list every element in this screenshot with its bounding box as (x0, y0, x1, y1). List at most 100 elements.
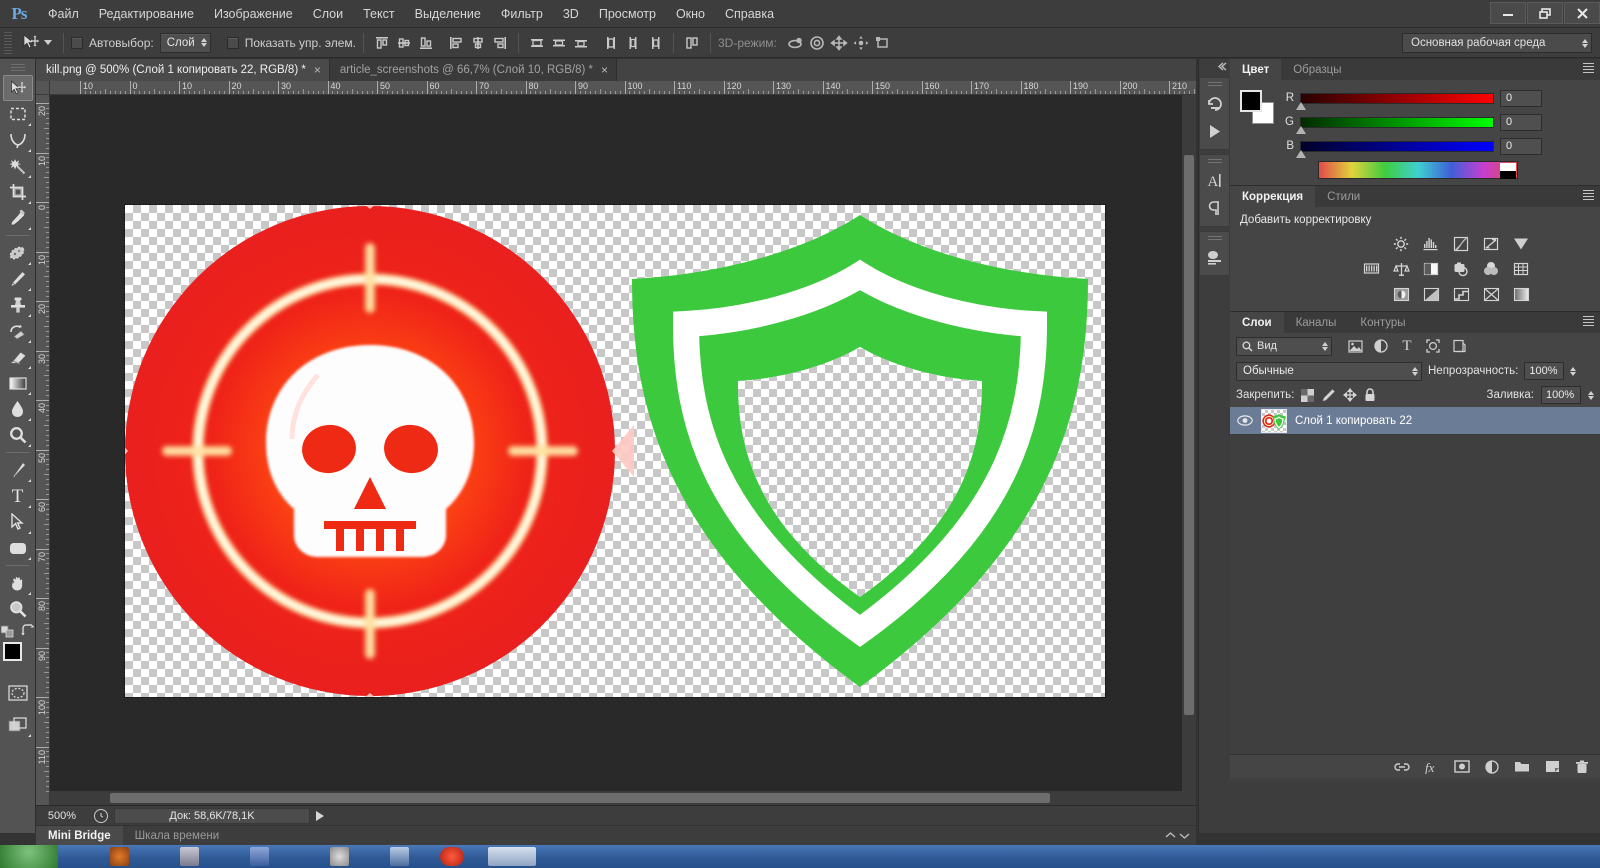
tab-styles[interactable]: Стили (1315, 186, 1372, 207)
auto-align-layers-icon[interactable] (681, 32, 703, 54)
channel-value-r[interactable]: 0 (1500, 89, 1542, 107)
clone-stamp-tool[interactable] (3, 292, 33, 318)
slider-thumb-b[interactable] (1296, 149, 1306, 158)
tab-channels[interactable]: Каналы (1284, 312, 1349, 333)
channel-value-b[interactable]: 0 (1500, 137, 1542, 155)
distribute-top-edges-icon[interactable] (526, 32, 548, 54)
lock-position-icon[interactable] (1343, 388, 1358, 402)
taskbar-item[interactable] (390, 847, 409, 866)
drag-3d-object-icon[interactable] (828, 32, 850, 54)
distribute-right-edges-icon[interactable] (644, 32, 666, 54)
3d-panel-icon[interactable] (1202, 244, 1228, 270)
lock-image-pixels-icon[interactable] (1321, 388, 1336, 402)
table-row[interactable]: Слой 1 копировать 22 (1230, 407, 1600, 435)
photo-filter-icon[interactable] (1450, 259, 1472, 279)
layer-visibility-eye-icon[interactable] (1236, 412, 1253, 429)
selective-color-icon[interactable] (1480, 284, 1502, 304)
tab-timeline[interactable]: Шкала времени (123, 826, 232, 846)
eyedropper-tool[interactable] (3, 205, 33, 231)
align-vertical-centers-icon[interactable] (393, 32, 415, 54)
zoom-tool[interactable] (3, 596, 33, 622)
foreground-color-chip[interactable] (1240, 90, 1262, 112)
menu-edit[interactable]: Редактирование (89, 0, 204, 28)
menu-image[interactable]: Изображение (204, 0, 303, 28)
delete-layer-icon[interactable] (1574, 759, 1590, 775)
tool-preset-chevron-icon[interactable] (44, 40, 52, 45)
canvas-horizontal-scrollbar[interactable] (50, 791, 1182, 805)
ruler-origin-corner[interactable] (36, 81, 50, 95)
lock-all-icon[interactable] (1364, 388, 1376, 402)
channel-value-g[interactable]: 0 (1500, 113, 1542, 131)
document-tab-kill-png[interactable]: kill.png @ 500% (Слой 1 копировать 22, R… (36, 59, 330, 81)
dodge-tool[interactable] (3, 422, 33, 448)
fill-stepper-icon[interactable] (1588, 390, 1594, 400)
menu-file[interactable]: Файл (38, 0, 89, 28)
align-horizontal-centers-icon[interactable] (467, 32, 489, 54)
brush-tool[interactable] (3, 266, 33, 292)
swap-foreground-background-icon[interactable] (20, 624, 35, 638)
invert-icon[interactable] (1390, 284, 1412, 304)
close-button[interactable] (1564, 2, 1600, 24)
layer-name[interactable]: Слой 1 копировать 22 (1295, 415, 1412, 427)
black-white-icon[interactable] (1420, 259, 1442, 279)
opacity-value[interactable]: 100% (1524, 362, 1565, 380)
tab-adjustments[interactable]: Коррекция (1230, 186, 1316, 207)
taskbar-item[interactable] (330, 847, 349, 866)
posterize-icon[interactable] (1420, 284, 1442, 304)
autoselect-scope-select[interactable]: Слой (159, 32, 211, 53)
filter-adjustment-icon[interactable] (1372, 337, 1390, 355)
options-bar-grip[interactable] (4, 31, 12, 54)
spot-healing-brush-tool[interactable] (3, 240, 33, 266)
filter-smartobject-icon[interactable] (1450, 337, 1468, 355)
rotate-3d-object-icon[interactable] (784, 32, 806, 54)
rail-grip[interactable] (1207, 236, 1222, 242)
hand-tool[interactable] (3, 570, 33, 596)
opacity-stepper-icon[interactable] (1570, 366, 1577, 376)
zoom-level-field[interactable]: 500% (36, 810, 88, 822)
current-tool-preset[interactable] (15, 31, 56, 55)
link-layers-icon[interactable] (1394, 759, 1410, 775)
canvas-area[interactable] (50, 95, 1196, 805)
history-brush-tool[interactable] (3, 318, 33, 344)
tab-swatches[interactable]: Образцы (1281, 59, 1353, 80)
white-black-chips[interactable] (1500, 163, 1516, 179)
artboard[interactable] (124, 204, 1106, 698)
horizontal-ruler[interactable]: 10 0 10 20 30 40 50 60 70 80 90 100 110 120 130 140 150 1… (50, 81, 1196, 95)
taskbar-item[interactable] (250, 847, 269, 866)
curves-icon[interactable] (1450, 234, 1472, 254)
horizontal-type-tool[interactable]: T (3, 483, 33, 509)
layer-thumbnail[interactable] (1261, 408, 1287, 433)
screen-mode-icon[interactable] (3, 712, 33, 738)
layer-filter-select[interactable]: Вид (1236, 336, 1332, 356)
menu-view[interactable]: Просмотр (589, 0, 666, 28)
start-button[interactable] (0, 845, 58, 868)
new-adjustment-layer-icon[interactable] (1484, 759, 1500, 775)
panel-menu-icon[interactable] (1583, 316, 1594, 326)
crop-tool[interactable] (3, 179, 33, 205)
color-spectrum-ramp[interactable] (1318, 161, 1518, 179)
menu-type[interactable]: Текст (353, 0, 404, 28)
slider-b[interactable] (1296, 140, 1494, 158)
distribute-left-edges-icon[interactable] (600, 32, 622, 54)
bottom-panel-collapse-icons[interactable] (1165, 831, 1190, 840)
distribute-horizontal-centers-icon[interactable] (622, 32, 644, 54)
tools-panel-grip[interactable] (10, 64, 25, 72)
lasso-tool[interactable] (3, 127, 33, 153)
tab-layers[interactable]: Слои (1230, 312, 1284, 333)
channel-mixer-icon[interactable] (1480, 259, 1502, 279)
exposure-icon[interactable] (1480, 234, 1502, 254)
taskbar-item[interactable] (180, 847, 199, 866)
document-tab-article-screenshots[interactable]: article_screenshots @ 66,7% (Слой 10, RG… (329, 59, 617, 81)
restore-button[interactable] (1527, 2, 1563, 24)
rectangular-marquee-tool[interactable] (3, 101, 33, 127)
gradient-tool[interactable] (3, 370, 33, 396)
levels-icon[interactable] (1420, 234, 1442, 254)
minimize-button[interactable] (1490, 2, 1526, 24)
default-colors-icon[interactable] (0, 624, 15, 638)
autoselect-checkbox[interactable] (71, 36, 83, 49)
pen-tool[interactable] (3, 457, 33, 483)
slider-thumb-g[interactable] (1296, 125, 1306, 134)
menu-3d[interactable]: 3D (553, 0, 589, 28)
brightness-contrast-icon[interactable] (1390, 234, 1412, 254)
history-clock-icon[interactable] (94, 808, 108, 823)
